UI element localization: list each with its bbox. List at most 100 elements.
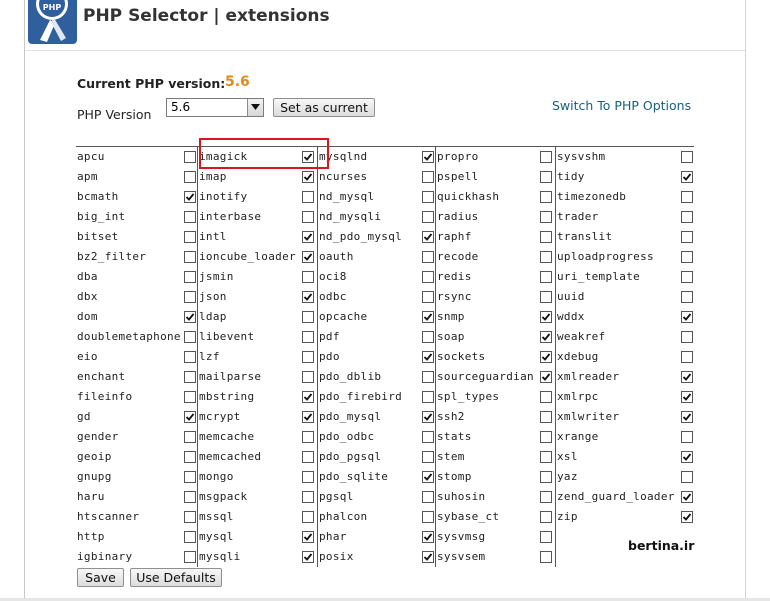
extension-checkbox[interactable]: [681, 291, 693, 303]
extension-checkbox[interactable]: [302, 351, 314, 363]
extension-checkbox[interactable]: [422, 531, 434, 543]
set-as-current-button[interactable]: Set as current: [273, 98, 375, 117]
extension-checkbox[interactable]: [540, 551, 552, 563]
extension-checkbox[interactable]: [540, 251, 552, 263]
extension-checkbox[interactable]: [422, 151, 434, 163]
extension-checkbox[interactable]: [184, 411, 196, 423]
extension-checkbox[interactable]: [540, 211, 552, 223]
extension-checkbox[interactable]: [184, 211, 196, 223]
extension-checkbox[interactable]: [302, 391, 314, 403]
extension-checkbox[interactable]: [184, 511, 196, 523]
extension-checkbox[interactable]: [302, 211, 314, 223]
extension-checkbox[interactable]: [540, 431, 552, 443]
extension-checkbox[interactable]: [422, 391, 434, 403]
extension-checkbox[interactable]: [681, 331, 693, 343]
extension-checkbox[interactable]: [681, 311, 693, 323]
php-version-select[interactable]: 5.6: [166, 98, 264, 117]
extension-checkbox[interactable]: [422, 491, 434, 503]
extension-checkbox[interactable]: [681, 491, 693, 503]
extension-checkbox[interactable]: [540, 351, 552, 363]
extension-checkbox[interactable]: [184, 271, 196, 283]
extension-checkbox[interactable]: [540, 331, 552, 343]
extension-checkbox[interactable]: [184, 251, 196, 263]
extension-checkbox[interactable]: [540, 291, 552, 303]
extension-checkbox[interactable]: [302, 271, 314, 283]
extension-checkbox[interactable]: [302, 531, 314, 543]
extension-checkbox[interactable]: [422, 171, 434, 183]
extension-checkbox[interactable]: [540, 271, 552, 283]
extension-checkbox[interactable]: [681, 231, 693, 243]
extension-checkbox[interactable]: [302, 171, 314, 183]
extension-checkbox[interactable]: [422, 271, 434, 283]
extension-checkbox[interactable]: [302, 331, 314, 343]
extension-checkbox[interactable]: [302, 311, 314, 323]
extension-checkbox[interactable]: [184, 531, 196, 543]
extension-checkbox[interactable]: [184, 351, 196, 363]
use-defaults-button[interactable]: Use Defaults: [130, 568, 222, 587]
extension-checkbox[interactable]: [681, 211, 693, 223]
extension-checkbox[interactable]: [422, 511, 434, 523]
extension-checkbox[interactable]: [302, 431, 314, 443]
extension-checkbox[interactable]: [302, 471, 314, 483]
extension-checkbox[interactable]: [302, 371, 314, 383]
chevron-down-icon[interactable]: [247, 99, 263, 116]
extension-checkbox[interactable]: [681, 151, 693, 163]
extension-checkbox[interactable]: [422, 411, 434, 423]
extension-checkbox[interactable]: [184, 171, 196, 183]
extension-checkbox[interactable]: [540, 151, 552, 163]
extension-checkbox[interactable]: [681, 471, 693, 483]
extension-checkbox[interactable]: [681, 411, 693, 423]
extension-checkbox[interactable]: [184, 431, 196, 443]
extension-checkbox[interactable]: [681, 371, 693, 383]
extension-checkbox[interactable]: [681, 171, 693, 183]
extension-checkbox[interactable]: [422, 351, 434, 363]
extension-checkbox[interactable]: [540, 491, 552, 503]
extension-checkbox[interactable]: [302, 231, 314, 243]
extension-checkbox[interactable]: [681, 391, 693, 403]
extension-checkbox[interactable]: [540, 171, 552, 183]
extension-checkbox[interactable]: [681, 191, 693, 203]
extension-checkbox[interactable]: [302, 491, 314, 503]
extension-checkbox[interactable]: [184, 311, 196, 323]
extension-checkbox[interactable]: [422, 331, 434, 343]
extension-checkbox[interactable]: [540, 231, 552, 243]
extension-checkbox[interactable]: [540, 311, 552, 323]
extension-checkbox[interactable]: [302, 551, 314, 563]
extension-checkbox[interactable]: [422, 251, 434, 263]
extension-checkbox[interactable]: [184, 471, 196, 483]
extension-checkbox[interactable]: [302, 191, 314, 203]
extension-checkbox[interactable]: [540, 511, 552, 523]
extension-checkbox[interactable]: [422, 471, 434, 483]
extension-checkbox[interactable]: [422, 451, 434, 463]
extension-checkbox[interactable]: [540, 411, 552, 423]
extension-checkbox[interactable]: [422, 211, 434, 223]
extension-checkbox[interactable]: [540, 371, 552, 383]
extension-checkbox[interactable]: [184, 491, 196, 503]
extension-checkbox[interactable]: [681, 271, 693, 283]
extension-checkbox[interactable]: [422, 311, 434, 323]
extension-checkbox[interactable]: [302, 251, 314, 263]
extension-checkbox[interactable]: [681, 511, 693, 523]
extension-checkbox[interactable]: [540, 531, 552, 543]
extension-checkbox[interactable]: [302, 451, 314, 463]
extension-checkbox[interactable]: [422, 291, 434, 303]
extension-checkbox[interactable]: [184, 191, 196, 203]
extension-checkbox[interactable]: [184, 331, 196, 343]
extension-checkbox[interactable]: [302, 511, 314, 523]
extension-checkbox[interactable]: [184, 291, 196, 303]
save-button[interactable]: Save: [77, 568, 124, 587]
extension-checkbox[interactable]: [422, 231, 434, 243]
extension-checkbox[interactable]: [422, 371, 434, 383]
extension-checkbox[interactable]: [540, 451, 552, 463]
extension-checkbox[interactable]: [184, 231, 196, 243]
extension-checkbox[interactable]: [540, 471, 552, 483]
extension-checkbox[interactable]: [422, 551, 434, 563]
extension-checkbox[interactable]: [184, 371, 196, 383]
extension-checkbox[interactable]: [422, 191, 434, 203]
extension-checkbox[interactable]: [302, 291, 314, 303]
extension-checkbox[interactable]: [184, 551, 196, 563]
extension-checkbox[interactable]: [302, 411, 314, 423]
extension-checkbox[interactable]: [681, 431, 693, 443]
switch-to-php-options-link[interactable]: Switch To PHP Options: [552, 98, 691, 113]
extension-checkbox[interactable]: [540, 191, 552, 203]
